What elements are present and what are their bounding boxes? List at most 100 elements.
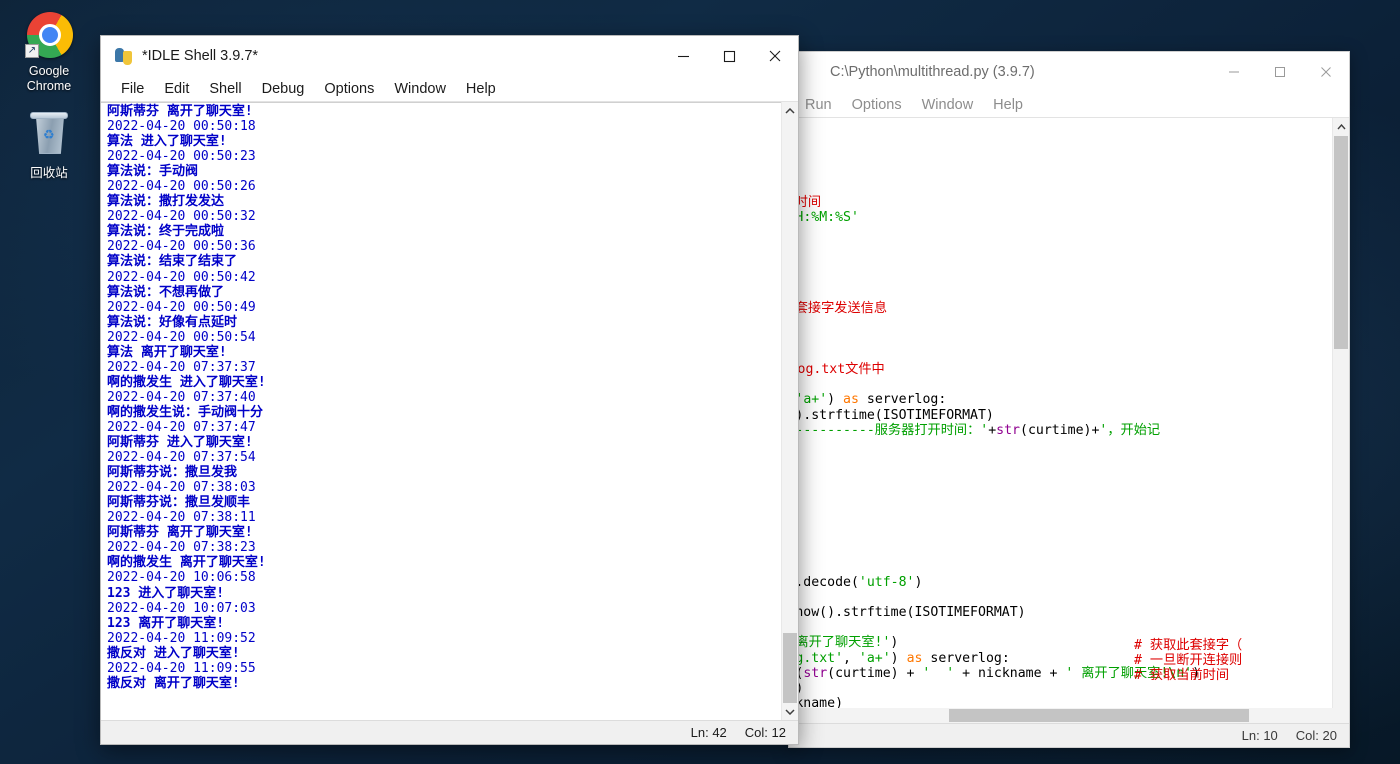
- shell-output-line: 2022-04-20 07:38:23: [107, 540, 780, 555]
- shell-output-line: 阿斯蒂芬 离开了聊天室!: [107, 525, 780, 540]
- desktop-icon-label: 回收站: [6, 166, 92, 181]
- code-line: # 记录日志到当前目录下的serverlog.txt文件中: [789, 362, 1200, 377]
- code-line: [789, 377, 1200, 392]
- maximize-button[interactable]: [1257, 52, 1303, 92]
- menu-item-options[interactable]: Options: [842, 95, 912, 115]
- desktop-icon-label: Google: [6, 64, 92, 79]
- shell-output-line: 123 进入了聊天室!: [107, 586, 780, 601]
- shell-output-line: 2022-04-20 00:50:32: [107, 209, 780, 224]
- shell-output-line: 2022-04-20 10:07:03: [107, 601, 780, 616]
- menu-item-edit[interactable]: Edit: [154, 79, 199, 99]
- code-line: print(curtime): [789, 620, 1200, 635]
- code-line: curtime = datetime.now().strftime(ISOTIM…: [789, 408, 1200, 423]
- recycle-bin-icon: ♻: [25, 112, 73, 162]
- minimize-button[interactable]: [660, 36, 706, 76]
- code-inline-comment: # 获取此套接字（: [1134, 638, 1242, 653]
- code-line: data = s.recv(2048).decode('utf-8'): [789, 575, 1200, 590]
- code-line: [789, 225, 1200, 240]
- shell-output-line: 啊的撒发生说：手动阀十分: [107, 405, 780, 420]
- idle-shell-window[interactable]: *IDLE Shell 3.9.7* File Edit Shell Debug…: [100, 35, 799, 745]
- code-line: [789, 180, 1200, 195]
- scroll-up-arrow-icon[interactable]: [782, 102, 798, 119]
- shell-output-line: 啊的撒发生 进入了聊天室!: [107, 375, 780, 390]
- shell-line-indicator: Ln: 42: [691, 725, 727, 740]
- shell-output-line: 算法说：撒打发发达: [107, 194, 780, 209]
- menu-item-window[interactable]: Window: [912, 95, 984, 115]
- shell-output-line: 2022-04-20 07:37:54: [107, 450, 780, 465]
- code-line: curtime = datetime.now().strftime(ISOTIM…: [789, 605, 1200, 620]
- code-line: [789, 499, 1200, 514]
- shell-output-line: 2022-04-20 00:50:23: [107, 149, 780, 164]
- menu-item-window[interactable]: Window: [384, 79, 456, 99]
- code-line: socketlist = []: [789, 316, 1200, 331]
- shell-output-area[interactable]: 阿斯蒂芬 离开了聊天室!2022-04-20 00:50:18算法 进入了聊天室…: [101, 102, 798, 720]
- shell-output-line: 2022-04-20 00:50:26: [107, 179, 780, 194]
- shell-output-line: 2022-04-20 00:50:36: [107, 239, 780, 254]
- menu-item-options[interactable]: Options: [314, 79, 384, 99]
- scroll-down-arrow-icon[interactable]: [782, 703, 798, 720]
- editor-vertical-scrollbar[interactable]: [1332, 118, 1349, 723]
- code-line: [789, 484, 1200, 499]
- shell-output-line: 阿斯蒂芬 离开了聊天室!: [107, 104, 780, 119]
- editor-column-indicator: Col: 20: [1296, 728, 1337, 743]
- menu-item-run[interactable]: Run: [795, 95, 842, 115]
- editor-horizontal-scrollbar[interactable]: [789, 708, 1349, 723]
- desktop-icon-recycle-bin[interactable]: ♻ 回收站: [6, 112, 92, 181]
- code-line: from sqlite3 import connect: [789, 134, 1200, 149]
- shell-output-line: 算法说：不想再做了: [107, 285, 780, 300]
- shell-output-line: 阿斯蒂芬说：撒旦发顺丰: [107, 495, 780, 510]
- shell-output-line: 2022-04-20 11:09:52: [107, 631, 780, 646]
- shell-scroll-thumb[interactable]: [783, 633, 797, 703]
- code-line: [789, 149, 1200, 164]
- shell-output-line: 算法说：结束了结束了: [107, 254, 780, 269]
- menu-item-file[interactable]: File: [111, 79, 154, 99]
- code-inline-comment: # 一旦断开连接则: [1134, 653, 1242, 668]
- code-line: socketlist.remove(s): [789, 681, 1200, 696]
- shell-output-line: 算法说：好像有点延时: [107, 315, 780, 330]
- code-line: # 设置服务器端口号: [789, 241, 1200, 256]
- close-button[interactable]: [1303, 52, 1349, 92]
- code-line: [789, 347, 1200, 362]
- menu-item-debug[interactable]: Debug: [252, 79, 315, 99]
- code-line: from socket import *: [789, 119, 1200, 134]
- shell-output-lines: 阿斯蒂芬 离开了聊天室!2022-04-20 00:50:18算法 进入了聊天室…: [107, 104, 780, 691]
- shell-output-line: 2022-04-20 00:50:54: [107, 330, 780, 345]
- editor-line-indicator: Ln: 10: [1242, 728, 1278, 743]
- editor-window[interactable]: C:\Python\multithread.py (3.9.7) Run Opt…: [788, 51, 1350, 748]
- shell-output-line: 撒反对 离开了聊天室!: [107, 676, 780, 691]
- shortcut-arrow-icon: ↗: [25, 44, 39, 58]
- desktop: ↗ Google Chrome ♻ 回收站 C:\Python\multithr…: [0, 0, 1400, 764]
- maximize-button[interactable]: [706, 36, 752, 76]
- editor-code-area[interactable]: from socket import *from sqlite3 import …: [789, 118, 1349, 723]
- shell-output-line: 2022-04-20 07:38:11: [107, 510, 780, 525]
- shell-output-line: 2022-04-20 00:50:18: [107, 119, 780, 134]
- editor-title: C:\Python\multithread.py (3.9.7): [830, 64, 1211, 80]
- shell-statusbar: Ln: 42 Col: 12: [101, 720, 798, 744]
- shell-output-line: 2022-04-20 00:50:42: [107, 270, 780, 285]
- menu-item-shell[interactable]: Shell: [199, 79, 251, 99]
- editor-menubar[interactable]: Run Options Window Help: [789, 92, 1349, 118]
- menu-item-help[interactable]: Help: [983, 95, 1033, 115]
- code-line: with open('serverlog.txt', 'a+') as serv…: [789, 392, 1200, 407]
- minimize-button[interactable]: [1211, 52, 1257, 92]
- shell-output-line: 2022-04-20 11:09:55: [107, 661, 780, 676]
- shell-window-buttons[interactable]: [660, 36, 798, 76]
- code-line: serverlog.write('\n\n------------服务器打开时间…: [789, 423, 1200, 438]
- shell-output-line: 阿斯蒂芬 进入了聊天室!: [107, 435, 780, 450]
- shell-menubar[interactable]: File Edit Shell Debug Options Window Hel…: [101, 76, 798, 102]
- editor-scroll-thumb[interactable]: [1334, 136, 1348, 349]
- desktop-icon-google-chrome[interactable]: ↗ Google Chrome: [6, 10, 92, 94]
- editor-statusbar: Ln: 10 Col: 20: [789, 723, 1349, 747]
- shell-output-line: 算法 离开了聊天室!: [107, 345, 780, 360]
- shell-output-line: 2022-04-20 07:37:47: [107, 420, 780, 435]
- menu-item-help[interactable]: Help: [456, 79, 506, 99]
- editor-titlebar[interactable]: C:\Python\multithread.py (3.9.7): [789, 52, 1349, 92]
- editor-hscroll-thumb[interactable]: [949, 709, 1249, 722]
- shell-output-line: 撒反对 进入了聊天室!: [107, 646, 780, 661]
- shell-titlebar[interactable]: *IDLE Shell 3.9.7*: [101, 36, 798, 76]
- shell-vertical-scrollbar[interactable]: [781, 102, 798, 720]
- editor-window-buttons[interactable]: [1211, 52, 1349, 92]
- close-button[interactable]: [752, 36, 798, 76]
- scroll-up-arrow-icon[interactable]: [1333, 118, 1349, 135]
- chrome-icon: ↗: [25, 10, 73, 60]
